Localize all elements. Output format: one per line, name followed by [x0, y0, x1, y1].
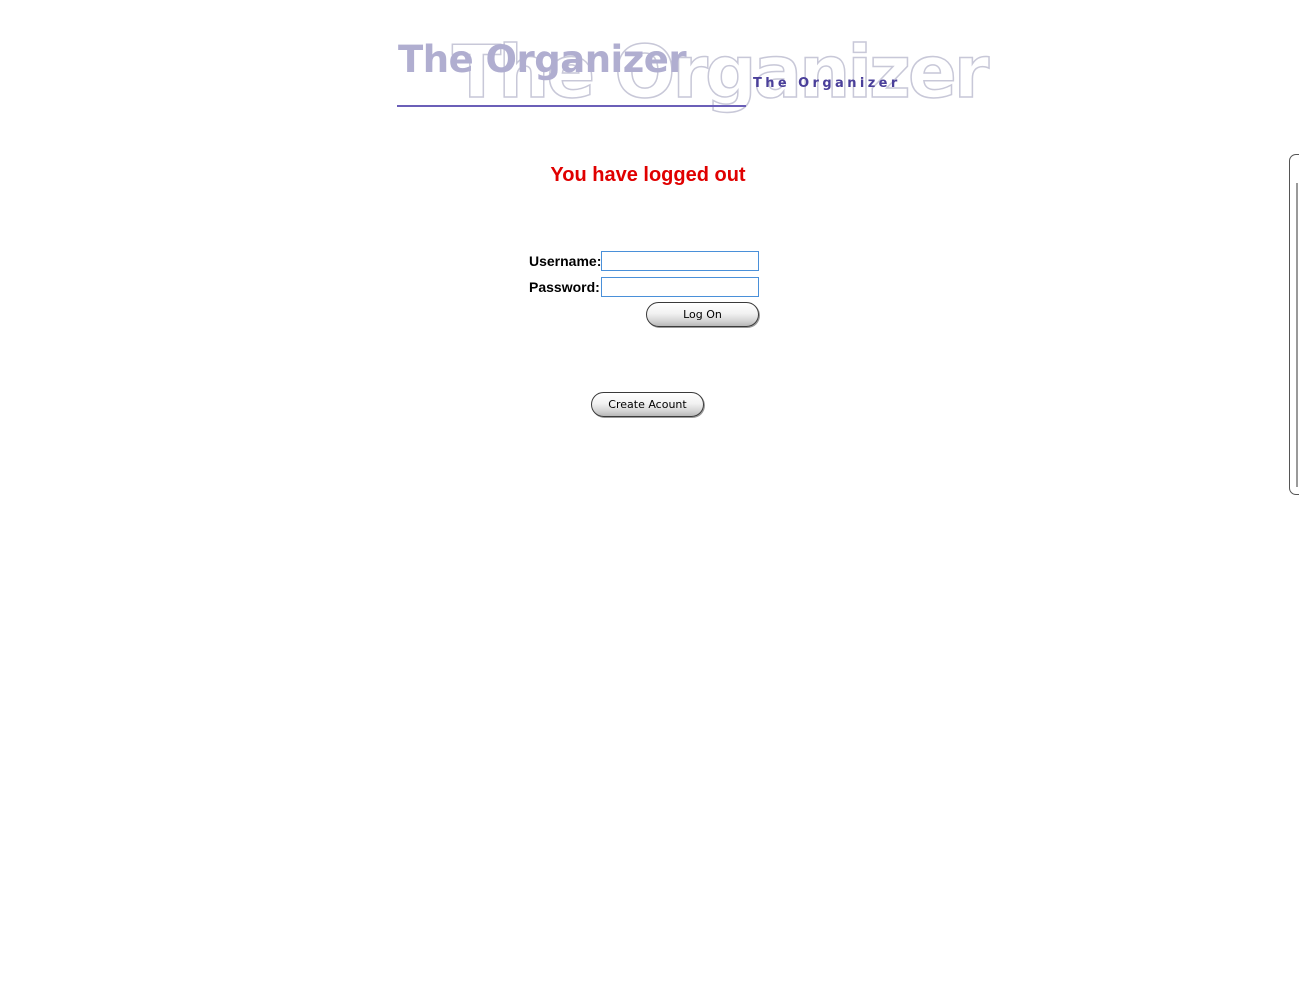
logo-subtitle: The Organizer: [753, 76, 901, 91]
log-on-button[interactable]: Log On: [646, 302, 759, 327]
password-input[interactable]: [601, 277, 759, 297]
username-input[interactable]: [601, 251, 759, 271]
username-label: Username:: [529, 253, 602, 269]
side-panel-edge: [1289, 154, 1299, 495]
logo-underline: [397, 105, 746, 107]
side-panel-divider: [1296, 183, 1298, 487]
logo-title: The Organizer: [398, 38, 687, 81]
password-label: Password:: [529, 279, 600, 295]
app-logo: The Organizer The Organizer The Organize…: [396, 31, 990, 116]
logout-message: You have logged out: [550, 164, 746, 186]
create-account-button[interactable]: Create Acount: [591, 392, 704, 417]
